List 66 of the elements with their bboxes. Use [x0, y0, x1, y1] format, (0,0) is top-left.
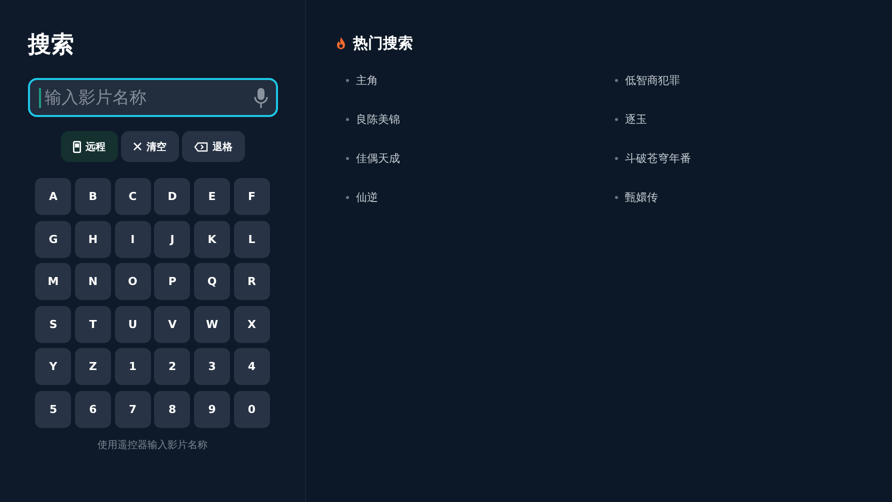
remote-button[interactable]: 远程 — [60, 131, 118, 162]
keyboard-key[interactable]: K — [194, 220, 230, 258]
flame-icon — [336, 37, 346, 50]
keyboard-key[interactable]: U — [114, 306, 151, 342]
trending-search-item[interactable]: 甄嬛传 — [625, 190, 658, 204]
bullet-dot — [615, 196, 618, 198]
keyboard-key[interactable]: X — [234, 306, 270, 342]
bullet-dot — [346, 78, 349, 82]
keyboard-key[interactable]: 0 — [234, 390, 270, 428]
keyboard-key[interactable]: B — [74, 178, 111, 215]
keyboard-key[interactable]: 2 — [154, 348, 190, 385]
section-title: 热门搜索 — [353, 34, 413, 53]
keyboard-key[interactable]: M — [35, 263, 72, 300]
keyboard-key[interactable]: 7 — [114, 390, 151, 428]
bullet-dot — [346, 196, 349, 198]
text-cursor — [38, 88, 40, 108]
keyboard-key[interactable]: 9 — [194, 390, 230, 428]
keyboard-key[interactable]: 6 — [74, 390, 111, 428]
keyboard-key[interactable]: 5 — [35, 390, 72, 428]
trending-search-item[interactable]: 仙逆 — [356, 190, 378, 204]
keyboard-key[interactable]: 4 — [234, 348, 270, 385]
keyboard-key[interactable]: 1 — [114, 348, 151, 385]
keyboard-key[interactable]: R — [234, 263, 270, 300]
trending-search-item[interactable]: 低智商犯罪 — [625, 72, 680, 88]
keyboard-key[interactable]: Z — [74, 348, 111, 385]
keyboard-key[interactable]: D — [154, 178, 190, 215]
trending-search-item[interactable]: 逐玉 — [625, 112, 647, 126]
bullet-dot — [346, 118, 349, 120]
trending-search-item[interactable]: 佳偶天成 — [356, 150, 400, 166]
keyboard-key[interactable]: Y — [35, 348, 72, 385]
keyboard-key[interactable]: G — [35, 220, 72, 258]
keyboard-key[interactable]: P — [154, 263, 190, 300]
keyboard-key[interactable]: C — [114, 178, 151, 215]
keyboard-key[interactable]: I — [114, 220, 151, 258]
bullet-dot — [346, 156, 349, 160]
phone-icon — [72, 140, 80, 152]
keyboard-key[interactable]: H — [74, 220, 111, 258]
keyboard-key[interactable]: V — [154, 306, 190, 342]
close-icon — [132, 142, 142, 151]
hint-text: 使用遥控器输入影片名称 — [98, 438, 208, 452]
keyboard-key[interactable]: A — [35, 178, 72, 215]
keyboard-key[interactable]: O — [114, 263, 151, 300]
keyboard-key[interactable]: 3 — [194, 348, 230, 385]
keyboard-key[interactable]: J — [154, 220, 190, 258]
keyboard-key[interactable]: N — [74, 263, 111, 300]
bullet-dot — [615, 156, 618, 160]
page-title: 搜索 — [28, 31, 74, 60]
trending-search-item[interactable]: 良陈美锦 — [356, 112, 400, 126]
keyboard-key[interactable]: E — [194, 178, 230, 215]
keyboard-key[interactable]: W — [194, 306, 230, 342]
keyboard-key[interactable]: L — [234, 220, 270, 258]
keyboard-key[interactable]: Q — [194, 263, 230, 300]
bullet-dot — [615, 118, 618, 120]
keyboard-key[interactable]: T — [74, 306, 111, 342]
search-input[interactable]: 输入影片名称 — [44, 88, 250, 108]
search-bar[interactable]: 输入影片名称 — [28, 78, 278, 117]
backspace-icon — [194, 142, 208, 152]
trending-search-item[interactable]: 主角 — [356, 72, 378, 88]
microphone-icon[interactable] — [254, 88, 268, 108]
bullet-dot — [615, 78, 618, 82]
trending-search-item[interactable]: 斗破苍穹年番 — [625, 150, 691, 166]
keyboard-key[interactable]: S — [35, 306, 72, 342]
clear-button[interactable]: 清空 — [120, 131, 178, 162]
keyboard-key[interactable]: 8 — [154, 390, 190, 428]
backspace-button[interactable]: 退格 — [182, 131, 244, 162]
keyboard-key[interactable]: F — [234, 178, 270, 215]
